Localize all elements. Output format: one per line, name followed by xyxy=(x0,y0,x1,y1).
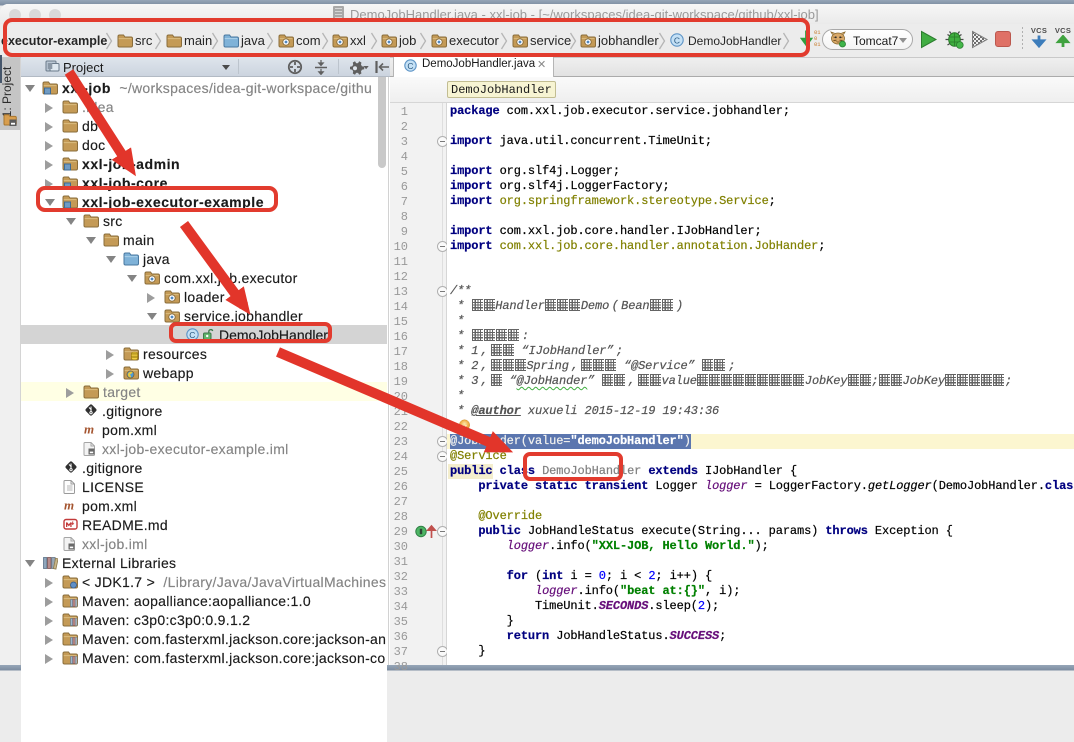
svg-text:01: 01 xyxy=(814,41,821,48)
svg-text:C: C xyxy=(674,35,680,45)
svg-text:m: m xyxy=(64,498,74,512)
svg-text:C: C xyxy=(407,61,413,71)
svg-text:C: C xyxy=(189,330,195,340)
svg-text:m: m xyxy=(84,422,94,436)
